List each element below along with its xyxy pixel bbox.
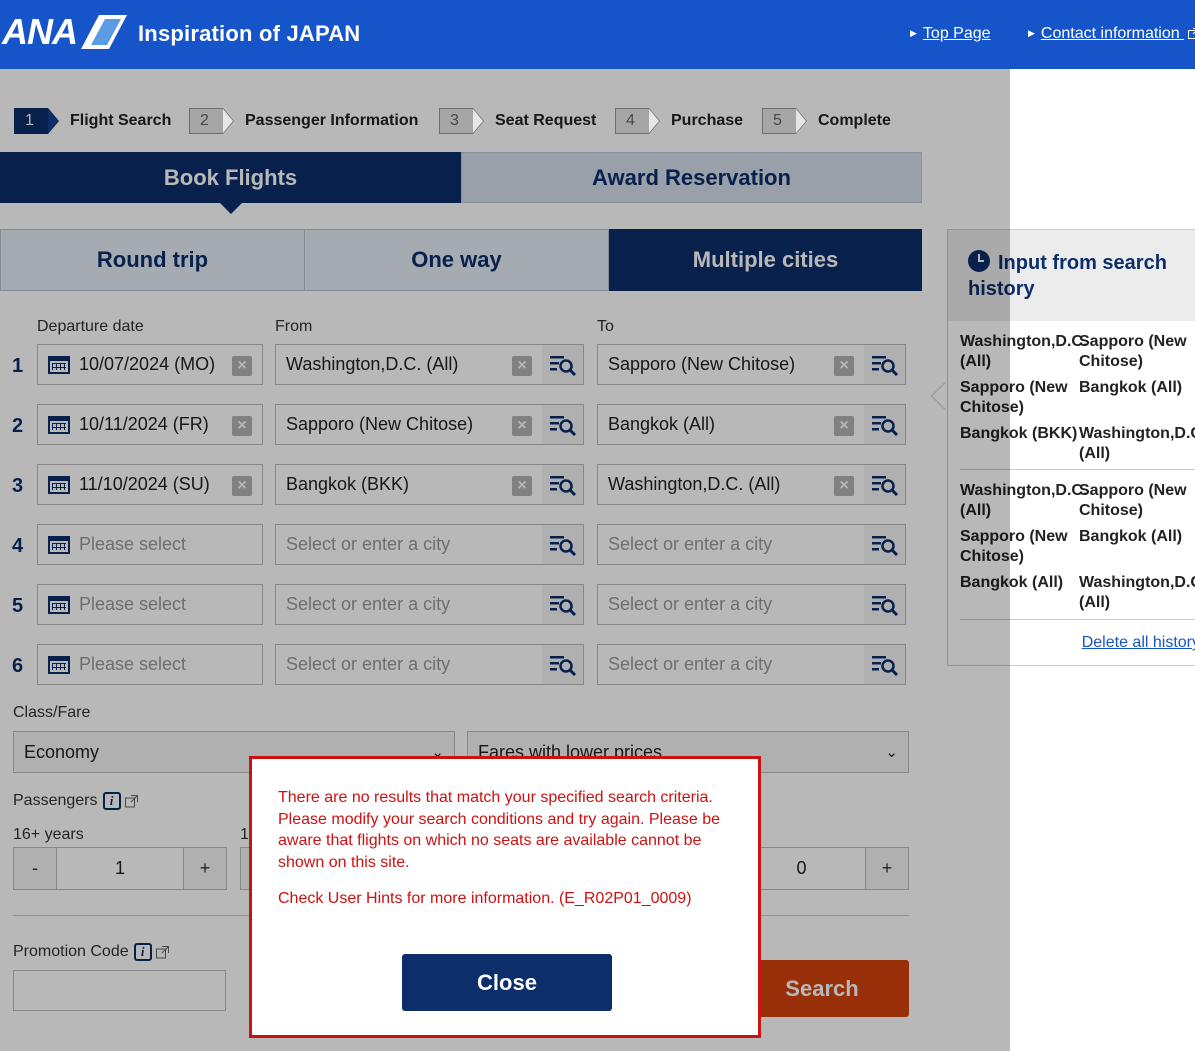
delete-all-history-link[interactable]: Delete all history [1082,634,1195,652]
close-button[interactable]: Close [402,954,612,1011]
logo-text: ANA [2,11,78,52]
top-page-link[interactable]: ▶ Top Page [910,25,991,43]
triangle-right-icon: ▶ [910,28,917,39]
tagline: Inspiration of JAPAN [138,21,361,46]
external-link-icon [1188,28,1195,40]
ana-logo[interactable]: ANA [2,11,127,52]
error-hint: Check User Hints for more information. (… [278,890,692,907]
error-dialog: There are no results that match your spe… [249,756,761,1038]
error-message: There are no results that match your spe… [278,789,721,871]
site-header: ANA Inspiration of JAPAN ▶ Top Page ▶ Cont… [0,0,1195,69]
contact-link[interactable]: ▶ Contact information [1028,25,1195,43]
logo-slash-icon [81,15,127,49]
triangle-right-icon: ▶ [1028,28,1035,39]
